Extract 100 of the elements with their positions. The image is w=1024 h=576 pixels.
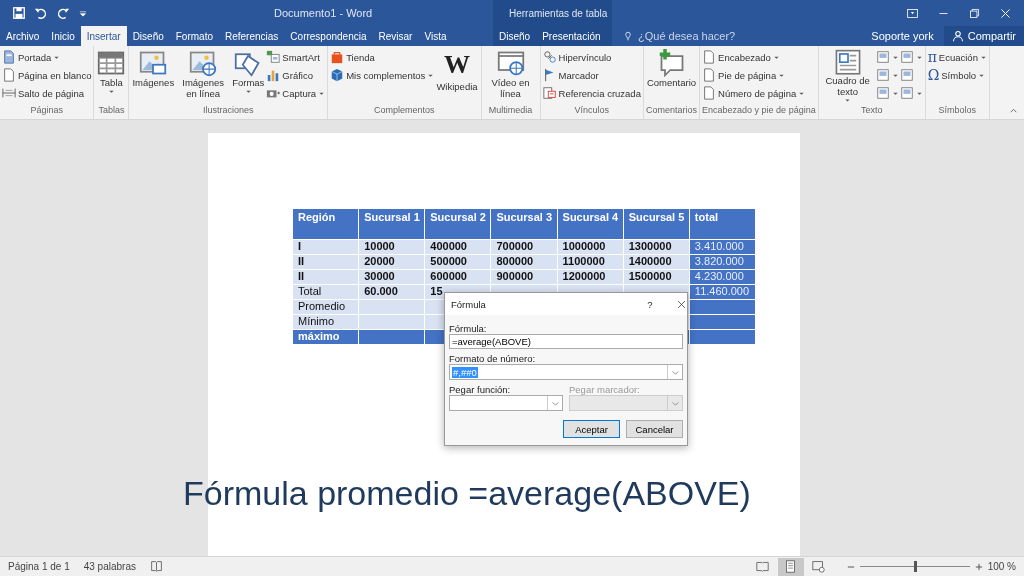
text-box-icon: [833, 49, 862, 76]
group-label: Vínculos: [574, 105, 609, 117]
restore-icon[interactable]: [968, 6, 981, 20]
ribbon-button[interactable]: Comentario: [645, 48, 698, 105]
ribbon-button[interactable]: Marcador: [542, 66, 641, 84]
field-label: Fórmula:: [449, 323, 488, 334]
view-button[interactable]: [777, 557, 804, 576]
formula-field[interactable]: =average(ABOVE): [449, 334, 683, 349]
ribbon-button[interactable]: Captura: [266, 84, 326, 102]
table-cell: Sucursal 5: [623, 208, 690, 240]
ribbon-tab[interactable]: Vista: [418, 26, 453, 46]
group-label: Páginas: [30, 105, 63, 117]
zoom-in-icon[interactable]: [973, 561, 984, 572]
ribbon-tab[interactable]: Referencias: [219, 26, 285, 46]
ribbon-tab[interactable]: Insertar: [80, 26, 127, 46]
word-count[interactable]: 43 palabras: [83, 561, 136, 572]
ribbon-tab[interactable]: Diseño: [493, 26, 537, 46]
ribbon-button[interactable]: Mis complementos: [330, 66, 435, 84]
ribbon-button[interactable]: Tienda: [330, 48, 435, 66]
group-label: Complementos: [374, 105, 435, 117]
dialog-title: Fórmula: [451, 298, 487, 310]
ribbon-tab[interactable]: Correspondencia: [284, 26, 373, 46]
square-icon: [875, 86, 890, 100]
icon-button[interactable]: [899, 84, 923, 102]
ribbon-button[interactable]: Tabla: [96, 48, 127, 105]
group-label: Comentarios: [646, 105, 697, 117]
undo-icon[interactable]: [34, 6, 48, 20]
square-icon: [875, 68, 890, 82]
diagram-icon: [266, 50, 281, 64]
field-label: Formato de número:: [449, 353, 537, 364]
icon-button[interactable]: [875, 66, 899, 84]
user-name[interactable]: Soporte york: [871, 26, 944, 46]
ribbon-tab[interactable]: Archivo: [0, 26, 46, 46]
table-cell: Sucursal 4: [557, 208, 624, 240]
icon-button[interactable]: [875, 48, 899, 66]
ribbon-tab[interactable]: Diseño: [126, 26, 170, 46]
page-icon: [702, 86, 717, 100]
ribbon-display-icon[interactable]: [906, 6, 919, 20]
square-icon: [899, 50, 914, 64]
ribbon-tab[interactable]: Formato: [169, 26, 219, 46]
bag-icon: [330, 50, 345, 64]
dropdown-field[interactable]: [449, 395, 563, 411]
ribbon-button[interactable]: Pie de página: [702, 66, 806, 84]
ribbon-button[interactable]: Salto de página: [2, 84, 92, 102]
ribbon-button[interactable]: Gráfico: [266, 66, 326, 84]
ribbon-button[interactable]: Vídeo en línea: [483, 48, 538, 105]
table-cell: Sucursal 1: [358, 208, 425, 240]
ribbon-tab[interactable]: Presentación: [536, 26, 607, 46]
page-icon: [784, 560, 798, 573]
icon-button[interactable]: [899, 48, 923, 66]
ribbon-button[interactable]: Hipervínculo: [542, 48, 641, 66]
image-icon: [139, 49, 168, 77]
close-icon[interactable]: [676, 298, 687, 310]
customize-icon[interactable]: [78, 8, 88, 18]
ribbon-button[interactable]: Portada: [2, 48, 92, 66]
ribbon-button[interactable]: Referencia cruzada: [542, 84, 641, 102]
ribbon-button[interactable]: SmartArt: [266, 48, 326, 66]
ribbon-button[interactable]: Imágenes en línea: [176, 48, 231, 105]
dialog-button[interactable]: Cancelar: [626, 420, 683, 438]
ribbon-tab[interactable]: Revisar: [372, 26, 419, 46]
dialog-button[interactable]: Aceptar: [563, 420, 620, 438]
square-icon: [899, 86, 914, 100]
ribbon-button[interactable]: Encabezado: [702, 48, 806, 66]
share-button[interactable]: Compartir: [943, 26, 1024, 46]
book-icon: [756, 560, 770, 573]
icon-button[interactable]: [875, 84, 899, 102]
search-field[interactable]: ¿Qué desea hacer?: [638, 30, 758, 42]
field-label: Pegar función:: [449, 384, 512, 395]
page-icon: [542, 86, 557, 100]
ribbon-button[interactable]: Imágenes: [131, 48, 176, 105]
close-icon[interactable]: [999, 6, 1012, 20]
group-label: Símbolos: [938, 105, 977, 117]
image-icon: [189, 49, 218, 77]
zoom-reading[interactable]: 100 %: [987, 561, 1016, 572]
caption-text: Fórmula promedio =average(ABOVE): [183, 474, 751, 513]
page-icon: [702, 68, 717, 82]
ribbon-button[interactable]: Cuadro de texto: [820, 48, 875, 105]
ribbon-button[interactable]: π Ecuación: [927, 48, 987, 66]
slider-thumb[interactable]: [913, 561, 917, 572]
ribbon-button[interactable]: Ω Símbolo: [927, 66, 987, 84]
collapse-icon[interactable]: [1009, 106, 1018, 115]
ribbon-button[interactable]: W Wikipedia: [435, 48, 479, 105]
group-label: Ilustraciones: [203, 105, 254, 117]
redo-icon[interactable]: [56, 6, 70, 20]
table-cell: Región: [292, 208, 359, 240]
bar-chart-icon: [266, 68, 281, 82]
save-icon[interactable]: [12, 6, 26, 20]
ribbon-tab[interactable]: Inicio: [45, 26, 81, 46]
table-cell: total: [689, 208, 756, 240]
page-count[interactable]: Página 1 de 1: [8, 561, 70, 572]
square-icon: [899, 68, 914, 82]
globe-page-icon: [812, 560, 826, 573]
cube-icon: [330, 68, 345, 82]
table-cell: Sucursal 3: [490, 208, 558, 240]
ribbon-button[interactable]: Página en blanco: [2, 66, 92, 84]
book-icon[interactable]: [150, 560, 163, 573]
ribbon-button[interactable]: Formas: [231, 48, 266, 105]
page-break-icon: [2, 86, 16, 100]
link-icon: [542, 50, 557, 64]
ribbon-button[interactable]: Número de página: [702, 84, 806, 102]
